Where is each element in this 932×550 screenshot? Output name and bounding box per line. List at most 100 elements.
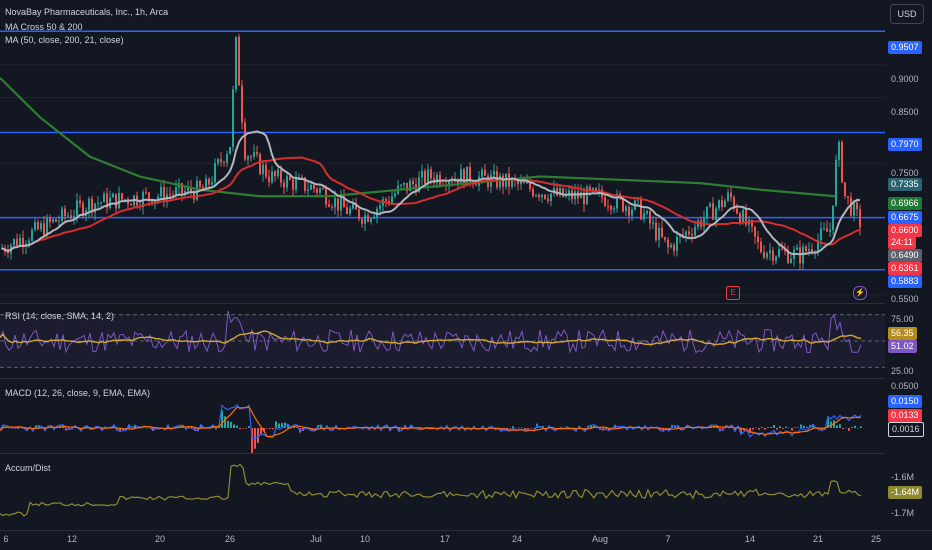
candle-body: [46, 217, 48, 236]
candle-body: [718, 200, 720, 209]
macd-tag: 0.0150: [888, 395, 922, 408]
rsi-tick: 25.00: [891, 366, 914, 376]
indicator-ma[interactable]: MA (50, close, 200, 21, close): [5, 35, 124, 45]
time-tick: 20: [154, 534, 166, 544]
candle-body: [532, 188, 534, 197]
ad-pane[interactable]: [0, 454, 885, 530]
macd-histogram-bar: [188, 428, 190, 429]
candle-body: [628, 206, 630, 216]
macd-histogram-bar: [524, 428, 526, 430]
candle-body: [640, 199, 642, 220]
countdown-tag: 24:11: [888, 236, 916, 249]
candle-body: [625, 206, 627, 212]
candle-body: [274, 171, 276, 177]
macd-histogram-bar: [752, 428, 754, 430]
time-tick: 25: [870, 534, 882, 544]
candle-body: [703, 218, 705, 227]
candle-body: [13, 238, 15, 246]
candle-body: [52, 219, 54, 222]
time-tick: 24: [511, 534, 523, 544]
candle-body: [370, 218, 372, 222]
candle-body: [646, 211, 648, 214]
ad-line: [0, 463, 862, 517]
candle-body: [214, 163, 216, 183]
price-tag: 0.6361: [888, 262, 922, 275]
candle-body: [715, 208, 717, 220]
price-chart[interactable]: [0, 0, 885, 303]
candle-body: [694, 226, 696, 236]
candle-body: [685, 231, 687, 236]
earnings-icon[interactable]: E: [726, 286, 740, 300]
candle-body: [547, 198, 549, 202]
macd-histogram-bar: [764, 428, 766, 430]
time-tick: 21: [812, 534, 824, 544]
price-tag: 0.6675: [888, 211, 922, 224]
candle-body: [673, 244, 675, 251]
price-tag: 0.6490: [888, 249, 922, 262]
candle-body: [100, 202, 102, 204]
time-tick: 14: [744, 534, 756, 544]
macd-histogram-bar: [800, 424, 802, 428]
candle-body: [379, 205, 381, 209]
candle-body: [760, 241, 762, 253]
macd-histogram-bar: [224, 416, 226, 428]
candle-body: [730, 192, 732, 198]
price-pane[interactable]: [0, 0, 885, 303]
macd-histogram-bar: [227, 420, 229, 428]
macd-histogram-bar: [773, 425, 775, 428]
candle-body: [58, 220, 60, 222]
candle-body: [484, 169, 486, 176]
candle-body: [160, 186, 162, 197]
candle-body: [595, 188, 597, 191]
ma-slow-line: [0, 77, 836, 198]
candle-body: [763, 252, 765, 258]
signal-line: [0, 406, 862, 438]
candle-body: [421, 170, 423, 178]
candle-body: [118, 193, 120, 209]
candle-body: [796, 247, 798, 250]
ad-tag: -1.64M: [888, 486, 923, 499]
candle-body: [322, 188, 324, 190]
candle-body: [391, 196, 393, 203]
candle-body: [424, 170, 426, 185]
candle-body: [145, 192, 147, 194]
candle-body: [430, 169, 432, 179]
macd-histogram-bar: [146, 427, 148, 429]
candle-body: [253, 152, 255, 157]
candle-body: [328, 204, 330, 207]
macd-histogram-bar: [779, 426, 781, 428]
candle-body: [241, 85, 243, 123]
signal-tag: 0.0133: [888, 409, 922, 422]
candle-body: [790, 258, 792, 263]
macd-histogram-bar: [857, 427, 859, 429]
rsi-label[interactable]: RSI (14, close, SMA, 14, 2): [5, 311, 114, 321]
candle-body: [721, 200, 723, 208]
candle-body: [853, 202, 855, 216]
candle-body: [808, 249, 810, 252]
candle-body: [16, 238, 18, 246]
candle-body: [31, 229, 33, 241]
candle-body: [394, 193, 396, 197]
candle-body: [772, 250, 774, 261]
currency-button[interactable]: USD: [890, 4, 924, 24]
macd-histogram-bar: [746, 428, 748, 429]
rsi-pane[interactable]: [0, 304, 885, 378]
macd-label[interactable]: MACD (12, 26, close, 9, EMA, EMA): [5, 388, 150, 398]
dividend-icon[interactable]: ⚡: [853, 286, 867, 300]
indicator-ma-cross[interactable]: MA Cross 50 & 200: [5, 22, 83, 32]
macd-histogram-bar: [803, 425, 805, 428]
ad-label[interactable]: Accum/Dist: [5, 463, 51, 473]
macd-histogram-bar: [245, 428, 247, 429]
candle-body: [295, 178, 297, 190]
candle-body: [535, 195, 537, 197]
candle-body: [211, 182, 213, 185]
candle-body: [79, 200, 81, 204]
candle-body: [403, 182, 405, 185]
candle-body: [766, 253, 768, 258]
candle-body: [544, 194, 546, 199]
candle-body: [28, 240, 30, 244]
macd-histogram-bar: [530, 427, 532, 429]
candle-body: [568, 190, 570, 194]
macd-histogram-bar: [248, 426, 250, 428]
candle-body: [73, 215, 75, 219]
